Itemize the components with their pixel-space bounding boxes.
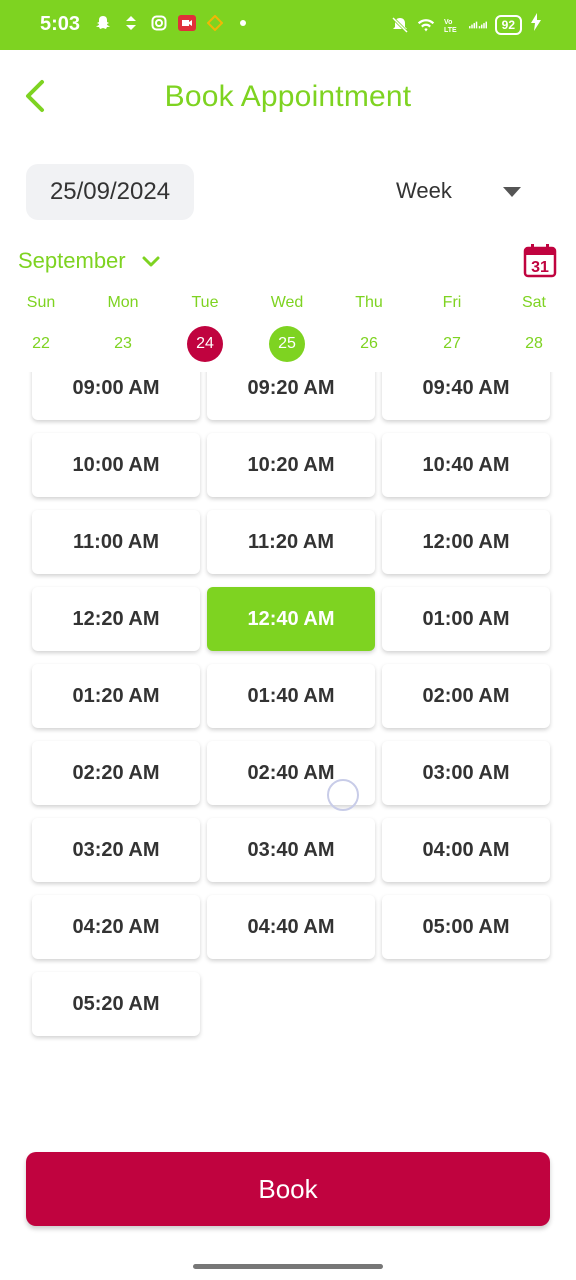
time-slot[interactable]: 10:20 AM xyxy=(207,433,375,497)
month-picker[interactable]: September xyxy=(18,248,162,274)
day-number-selected[interactable]: 25 xyxy=(269,326,305,362)
day-number[interactable]: 28 xyxy=(516,326,552,362)
video-icon xyxy=(178,14,196,32)
instagram-icon xyxy=(150,14,168,32)
time-slot[interactable]: 01:00 AM xyxy=(382,587,550,651)
time-slot-selected[interactable]: 12:40 AM xyxy=(207,587,375,651)
battery-icon: 92 xyxy=(494,14,522,35)
day-number-today[interactable]: 24 xyxy=(187,326,223,362)
time-slot[interactable]: 04:00 AM xyxy=(382,818,550,882)
month-label: September xyxy=(18,248,126,273)
day-name: Sun xyxy=(26,294,56,311)
time-slot[interactable]: 04:40 AM xyxy=(207,895,375,959)
time-slot[interactable]: 10:00 AM xyxy=(32,433,200,497)
day-sat[interactable]: Sat 28 xyxy=(504,294,564,362)
status-left-icons xyxy=(94,14,252,32)
time-slot[interactable]: 09:40 AM xyxy=(382,372,550,420)
time-slot[interactable]: 05:20 AM xyxy=(32,972,200,1036)
chevron-down-icon xyxy=(142,256,160,267)
lte-icon: Vo LTE xyxy=(443,16,461,34)
svg-text:Vo: Vo xyxy=(444,19,452,26)
charging-icon xyxy=(530,13,542,36)
calendar-icon-day: 31 xyxy=(531,259,549,276)
home-indicator[interactable] xyxy=(193,1264,383,1269)
day-name: Fri xyxy=(442,294,462,311)
app-icon xyxy=(206,14,224,32)
time-slot[interactable]: 05:00 AM xyxy=(382,895,550,959)
day-number[interactable]: 23 xyxy=(105,326,141,362)
status-bar: 5:03 Vo LTE 92 xyxy=(0,0,576,50)
day-sun[interactable]: Sun 22 xyxy=(11,294,71,362)
time-slot[interactable]: 03:40 AM xyxy=(207,818,375,882)
day-thu[interactable]: Thu 26 xyxy=(339,294,399,362)
time-slot[interactable]: 12:20 AM xyxy=(32,587,200,651)
time-slot[interactable]: 12:00 AM xyxy=(382,510,550,574)
status-time: 5:03 xyxy=(40,13,81,35)
time-slots-grid: 09:00 AM 09:20 AM 09:40 AM 10:00 AM 10:20 AM… xyxy=(32,372,552,1036)
day-name: Wed xyxy=(270,294,304,311)
dot-icon xyxy=(234,14,252,32)
dropdown-caret-icon[interactable] xyxy=(503,187,521,197)
time-slot[interactable]: 01:40 AM xyxy=(207,664,375,728)
touch-indicator xyxy=(327,779,359,811)
page-title: Book Appointment xyxy=(164,80,412,113)
day-name: Thu xyxy=(355,294,383,311)
wifi-icon xyxy=(417,16,435,34)
time-slot[interactable]: 09:00 AM xyxy=(32,372,200,420)
day-name: Sat xyxy=(521,294,546,311)
day-name: Mon xyxy=(107,294,139,311)
time-slot[interactable]: 03:00 AM xyxy=(382,741,550,805)
arrows-icon xyxy=(122,14,140,32)
day-tue[interactable]: Tue 24 xyxy=(175,294,235,362)
mute-icon xyxy=(391,16,409,34)
calendar-icon[interactable]: 31 xyxy=(523,244,557,278)
time-slot[interactable]: 11:00 AM xyxy=(32,510,200,574)
book-button[interactable]: Book xyxy=(26,1152,550,1226)
day-name: Tue xyxy=(191,294,219,311)
time-slot[interactable]: 10:40 AM xyxy=(382,433,550,497)
date-field[interactable]: 25/09/2024 xyxy=(26,164,194,220)
time-slot[interactable]: 09:20 AM xyxy=(207,372,375,420)
day-fri[interactable]: Fri 27 xyxy=(422,294,482,362)
time-slot[interactable]: 02:20 AM xyxy=(32,741,200,805)
view-mode-select[interactable]: Week xyxy=(396,178,452,204)
time-slot[interactable]: 02:00 AM xyxy=(382,664,550,728)
day-number[interactable]: 22 xyxy=(23,326,59,362)
day-mon[interactable]: Mon 23 xyxy=(93,294,153,362)
status-right-icons: Vo LTE 92 xyxy=(391,13,542,36)
time-slot[interactable]: 04:20 AM xyxy=(32,895,200,959)
time-slots-list[interactable]: 09:00 AM 09:20 AM 09:40 AM 10:00 AM 10:20 AM… xyxy=(0,372,576,1048)
day-number[interactable]: 27 xyxy=(434,326,470,362)
signal-icon xyxy=(468,16,487,34)
svg-text:LTE: LTE xyxy=(444,27,457,34)
time-slot[interactable]: 03:20 AM xyxy=(32,818,200,882)
time-slot[interactable]: 11:20 AM xyxy=(207,510,375,574)
time-slot[interactable]: 01:20 AM xyxy=(32,664,200,728)
day-number[interactable]: 26 xyxy=(351,326,387,362)
snapchat-icon xyxy=(94,14,112,32)
day-wed[interactable]: Wed 25 xyxy=(257,294,317,362)
